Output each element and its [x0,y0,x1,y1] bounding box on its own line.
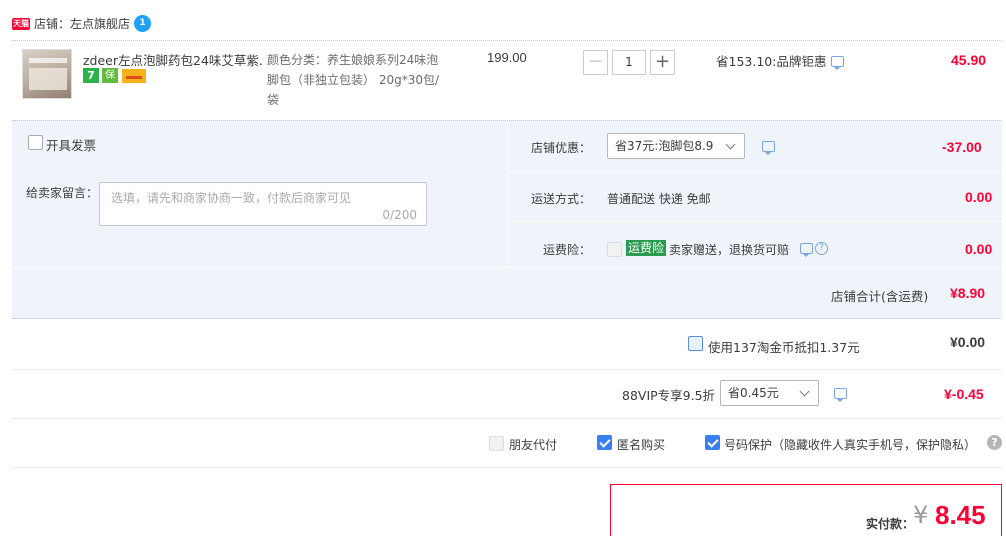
insurance-desc: 卖家赠送，退换货可赔 [669,243,790,257]
message-icon[interactable] [831,56,844,70]
shop-discount-select[interactable]: 省37元:泡脚包8.9 [607,133,745,159]
vip-discount-select[interactable]: 省0.45元 [720,380,819,406]
pay-total: 8.45 [935,500,986,530]
quantity-input[interactable]: 1 [612,50,646,75]
number-protect-checkbox[interactable] [705,435,720,450]
shop-total-label: 店铺合计(含运费) [831,289,929,304]
pay-label: 实付款： [866,517,915,531]
product-title[interactable]: zdeer左点泡脚药包24味艾草紫... [83,50,263,69]
insurance-tag: 运费险 [626,240,667,256]
spec-value: 养生娘娘系列24味泡 [327,53,439,67]
product-thumbnail[interactable] [22,49,72,99]
message-counter: 0/200 [382,208,417,222]
shop-name[interactable]: 左点旗舰店 [70,17,130,31]
chevron-down-icon [725,139,736,150]
shop-label: 店铺：左点旗舰店 [34,15,130,32]
divider [12,418,1002,419]
seven-day-return-icon: 7 [83,68,99,83]
insurance-checkbox [607,242,622,257]
insurance-amount: 0.00 [965,241,993,257]
help-icon[interactable]: ? [987,435,1002,450]
panel-divider [12,267,1002,268]
pay-currency: ¥ [913,501,929,529]
vip-value: ¥-0.45 [944,386,984,402]
shop-discount-label: 店铺优惠： [531,141,592,155]
spec-line: 袋 [267,93,280,107]
coins-checkbox[interactable] [688,336,703,351]
anonymous-label: 匿名购买 [617,438,666,452]
message-textarea[interactable]: 选填，请先和商家协商一致，付款后商家可见 0/200 [99,182,427,226]
message-placeholder: 选填，请先和商家协商一致，付款后商家可见 [111,191,352,205]
shipping-label: 运送方式： [531,192,592,206]
panel-divider [507,121,508,267]
shop-total-value: ¥8.90 [950,285,986,301]
message-icon[interactable] [800,243,813,257]
tmall-badge: 天猫 [12,18,30,30]
panel-divider [508,221,1002,222]
card-stripe [126,76,142,79]
pay-summary-box: 实付款： ¥ 8.45 [610,484,1002,536]
number-protect-label: 号码保护（隐藏收件人真实手机号，保护隐私） [724,438,977,452]
divider [12,369,1002,370]
shop-discount-amount: -37.00 [942,139,982,155]
friend-pay-checkbox [489,436,504,451]
invoice-checkbox[interactable] [28,135,43,150]
shipping-amount: 0.00 [965,189,993,205]
spec-label: 颜色分类： [267,53,328,67]
message-label: 给卖家留言： [26,186,99,200]
invoice-label: 开具发票 [46,138,97,153]
spec-line: 脚包（非独立包装） 20g*30包/ [267,73,440,87]
item-discount: 省153.10:品牌钜惠 [716,54,827,69]
wangwang-chat-icon[interactable]: 1 [134,15,151,32]
product-spec: 颜色分类：养生娘娘系列24味泡 脚包（非独立包装） 20g*30包/ 袋 [267,50,467,110]
shipping-method: 普通配送 快递 免邮 [607,192,711,206]
credit-card-icon [122,69,146,83]
unit-price: 199.00 [487,50,527,65]
message-icon[interactable] [834,388,847,402]
quantity-increase-button[interactable]: + [650,50,675,75]
thumbnail-label-strip [29,58,67,63]
spec-line: 颜色分类：养生娘娘系列24味泡 [267,50,467,70]
chevron-down-icon [799,386,810,397]
divider [12,467,1002,468]
friend-pay-label: 朋友代付 [509,438,558,452]
quantity-decrease-button[interactable]: − [583,50,608,75]
shop-discount-selected: 省37元:泡脚包8.9 [615,139,714,153]
guarantee-icon: 保 [102,68,118,83]
panel-divider [508,171,1002,172]
help-icon[interactable]: ? [815,242,828,255]
vip-discount-selected: 省0.45元 [728,386,779,400]
message-icon[interactable] [762,141,775,155]
coins-label: 使用137淘金币抵扣1.37元 [708,340,860,355]
vip-label: 88VIP专享9.5折 [622,388,716,403]
coins-value: ¥0.00 [950,334,986,350]
divider [12,40,1002,41]
anonymous-checkbox[interactable] [597,435,612,450]
item-subtotal: 45.90 [951,52,987,68]
shop-label-text: 店铺： [34,17,71,31]
thumbnail-package [29,68,67,90]
insurance-label: 运费险： [543,243,592,257]
